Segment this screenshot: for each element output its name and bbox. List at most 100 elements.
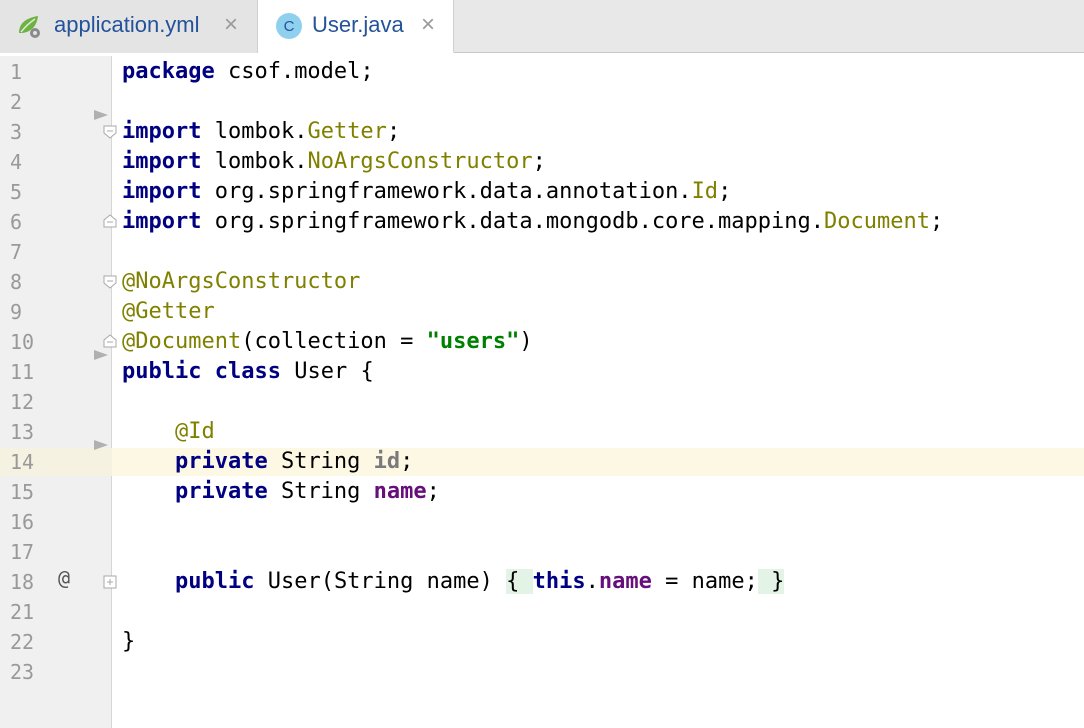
fold-plus-icon[interactable] bbox=[103, 575, 117, 589]
editor-tab-bar: application.yml × C User.java × bbox=[0, 0, 1084, 54]
code-text[interactable]: import org.springframework.data.mongodb.… bbox=[122, 207, 943, 237]
keyword: import bbox=[122, 149, 202, 174]
code-line: 2 bbox=[0, 87, 1084, 117]
class-reference: Getter bbox=[307, 119, 387, 144]
code-text[interactable]: public User(String name) { this.name = n… bbox=[122, 567, 785, 597]
tab-user-java[interactable]: C User.java × bbox=[258, 0, 454, 54]
line-number: 9 bbox=[10, 300, 23, 324]
line-number: 18 bbox=[10, 570, 35, 594]
keyword: public bbox=[122, 359, 202, 384]
code-token: } bbox=[122, 629, 136, 654]
line-number: 23 bbox=[10, 660, 35, 684]
code-text[interactable]: @Id bbox=[122, 417, 215, 447]
keyword: private bbox=[174, 449, 268, 474]
keyword: this bbox=[532, 569, 586, 594]
line-number: 11 bbox=[10, 360, 35, 384]
code-token: . bbox=[585, 569, 599, 594]
code-text[interactable]: } bbox=[122, 627, 135, 657]
code-token: (collection = bbox=[241, 329, 427, 354]
fold-collapse-icon[interactable] bbox=[103, 275, 117, 289]
class-reference: NoArgsConstructor bbox=[307, 149, 533, 174]
annotation: @NoArgsConstructor bbox=[122, 269, 361, 294]
line-number: 12 bbox=[10, 390, 35, 414]
code-line: 22 bbox=[0, 627, 1084, 657]
keyword: public bbox=[174, 569, 255, 594]
code-text[interactable]: @Getter bbox=[122, 297, 215, 327]
annotation: @Id bbox=[174, 419, 215, 444]
code-line: 21 bbox=[0, 597, 1084, 627]
line-number: 1 bbox=[10, 60, 23, 84]
keyword: private bbox=[174, 479, 268, 504]
line-number: 13 bbox=[10, 420, 35, 444]
code-text[interactable]: @NoArgsConstructor bbox=[122, 267, 360, 297]
keyword: class bbox=[214, 359, 281, 384]
code-text[interactable]: import org.springframework.data.annotati… bbox=[122, 177, 731, 207]
code-text[interactable]: private String id; bbox=[122, 447, 413, 477]
fold-arrow-icon[interactable] bbox=[93, 349, 109, 361]
code-text[interactable]: import lombok.Getter; bbox=[122, 117, 400, 147]
fold-expand-end-icon[interactable] bbox=[103, 214, 117, 228]
line-number: 2 bbox=[10, 90, 23, 114]
fold-arrow-icon[interactable] bbox=[93, 439, 109, 451]
field-name: name bbox=[598, 569, 652, 594]
code-text[interactable]: package csof.model; bbox=[122, 57, 374, 87]
line-number: 17 bbox=[10, 540, 35, 564]
code-token: ) bbox=[519, 329, 533, 354]
code-line: 12 bbox=[0, 387, 1084, 417]
code-token: ; bbox=[400, 449, 414, 474]
spring-yml-icon bbox=[16, 13, 42, 39]
line-number: 3 bbox=[10, 120, 23, 144]
code-token: = name; bbox=[651, 569, 758, 594]
implemented-marker[interactable]: @ bbox=[58, 566, 70, 590]
folded-brace[interactable]: } bbox=[757, 569, 785, 594]
tab-label: User.java bbox=[312, 12, 404, 37]
fold-arrow-icon[interactable] bbox=[93, 109, 109, 121]
code-token: ; bbox=[718, 179, 732, 204]
code-text[interactable]: import lombok.NoArgsConstructor; bbox=[122, 147, 546, 177]
code-token: org.springframework.data.mongodb.core.ma… bbox=[201, 209, 825, 234]
line-number: 22 bbox=[10, 630, 35, 654]
field-name: id bbox=[373, 449, 401, 474]
code-text[interactable]: public class User { bbox=[122, 357, 374, 387]
code-token: lombok. bbox=[201, 119, 308, 144]
close-icon[interactable]: × bbox=[421, 13, 435, 37]
line-number: 5 bbox=[10, 180, 23, 204]
line-number: 21 bbox=[10, 600, 35, 624]
close-icon[interactable]: × bbox=[224, 13, 238, 37]
line-number: 6 bbox=[10, 210, 23, 234]
folded-brace[interactable]: { bbox=[506, 569, 533, 594]
code-token: lombok. bbox=[201, 149, 308, 174]
code-token: ; bbox=[386, 119, 401, 144]
tab-label: application.yml bbox=[54, 12, 200, 37]
code-line: 7 bbox=[0, 237, 1084, 267]
line-number: 15 bbox=[10, 480, 35, 504]
code-token: User { bbox=[280, 359, 374, 384]
line-number: 7 bbox=[10, 240, 23, 264]
fold-expand-end-icon[interactable] bbox=[103, 334, 117, 348]
annotation: @Getter bbox=[122, 299, 215, 324]
code-text[interactable]: private String name; bbox=[122, 477, 440, 507]
code-token: String bbox=[267, 449, 374, 474]
code-token: ; bbox=[929, 209, 944, 234]
line-number: 14 bbox=[10, 450, 35, 474]
line-number: 4 bbox=[10, 150, 23, 174]
line-number: 8 bbox=[10, 270, 23, 294]
code-token: User(String name) bbox=[254, 569, 507, 594]
code-token: org.springframework.data.annotation. bbox=[201, 179, 692, 204]
tab-application-yml[interactable]: application.yml × bbox=[0, 0, 258, 53]
class-reference: Document bbox=[824, 209, 930, 234]
keyword: package bbox=[122, 59, 215, 84]
line-number: 10 bbox=[10, 330, 35, 354]
code-text[interactable]: @Document(collection = "users") bbox=[122, 327, 533, 357]
string-literal: "users" bbox=[426, 329, 520, 354]
code-token: String bbox=[267, 479, 374, 504]
annotation: @Document bbox=[122, 329, 242, 354]
code-line: 23 bbox=[0, 657, 1084, 687]
code-token: csof.model; bbox=[214, 59, 374, 84]
fold-collapse-icon[interactable] bbox=[103, 125, 117, 139]
code-line: 17 bbox=[0, 537, 1084, 567]
code-token: ; bbox=[426, 479, 440, 504]
field-name: name bbox=[373, 479, 427, 504]
java-class-icon: C bbox=[276, 13, 302, 39]
code-token: ; bbox=[532, 149, 546, 174]
